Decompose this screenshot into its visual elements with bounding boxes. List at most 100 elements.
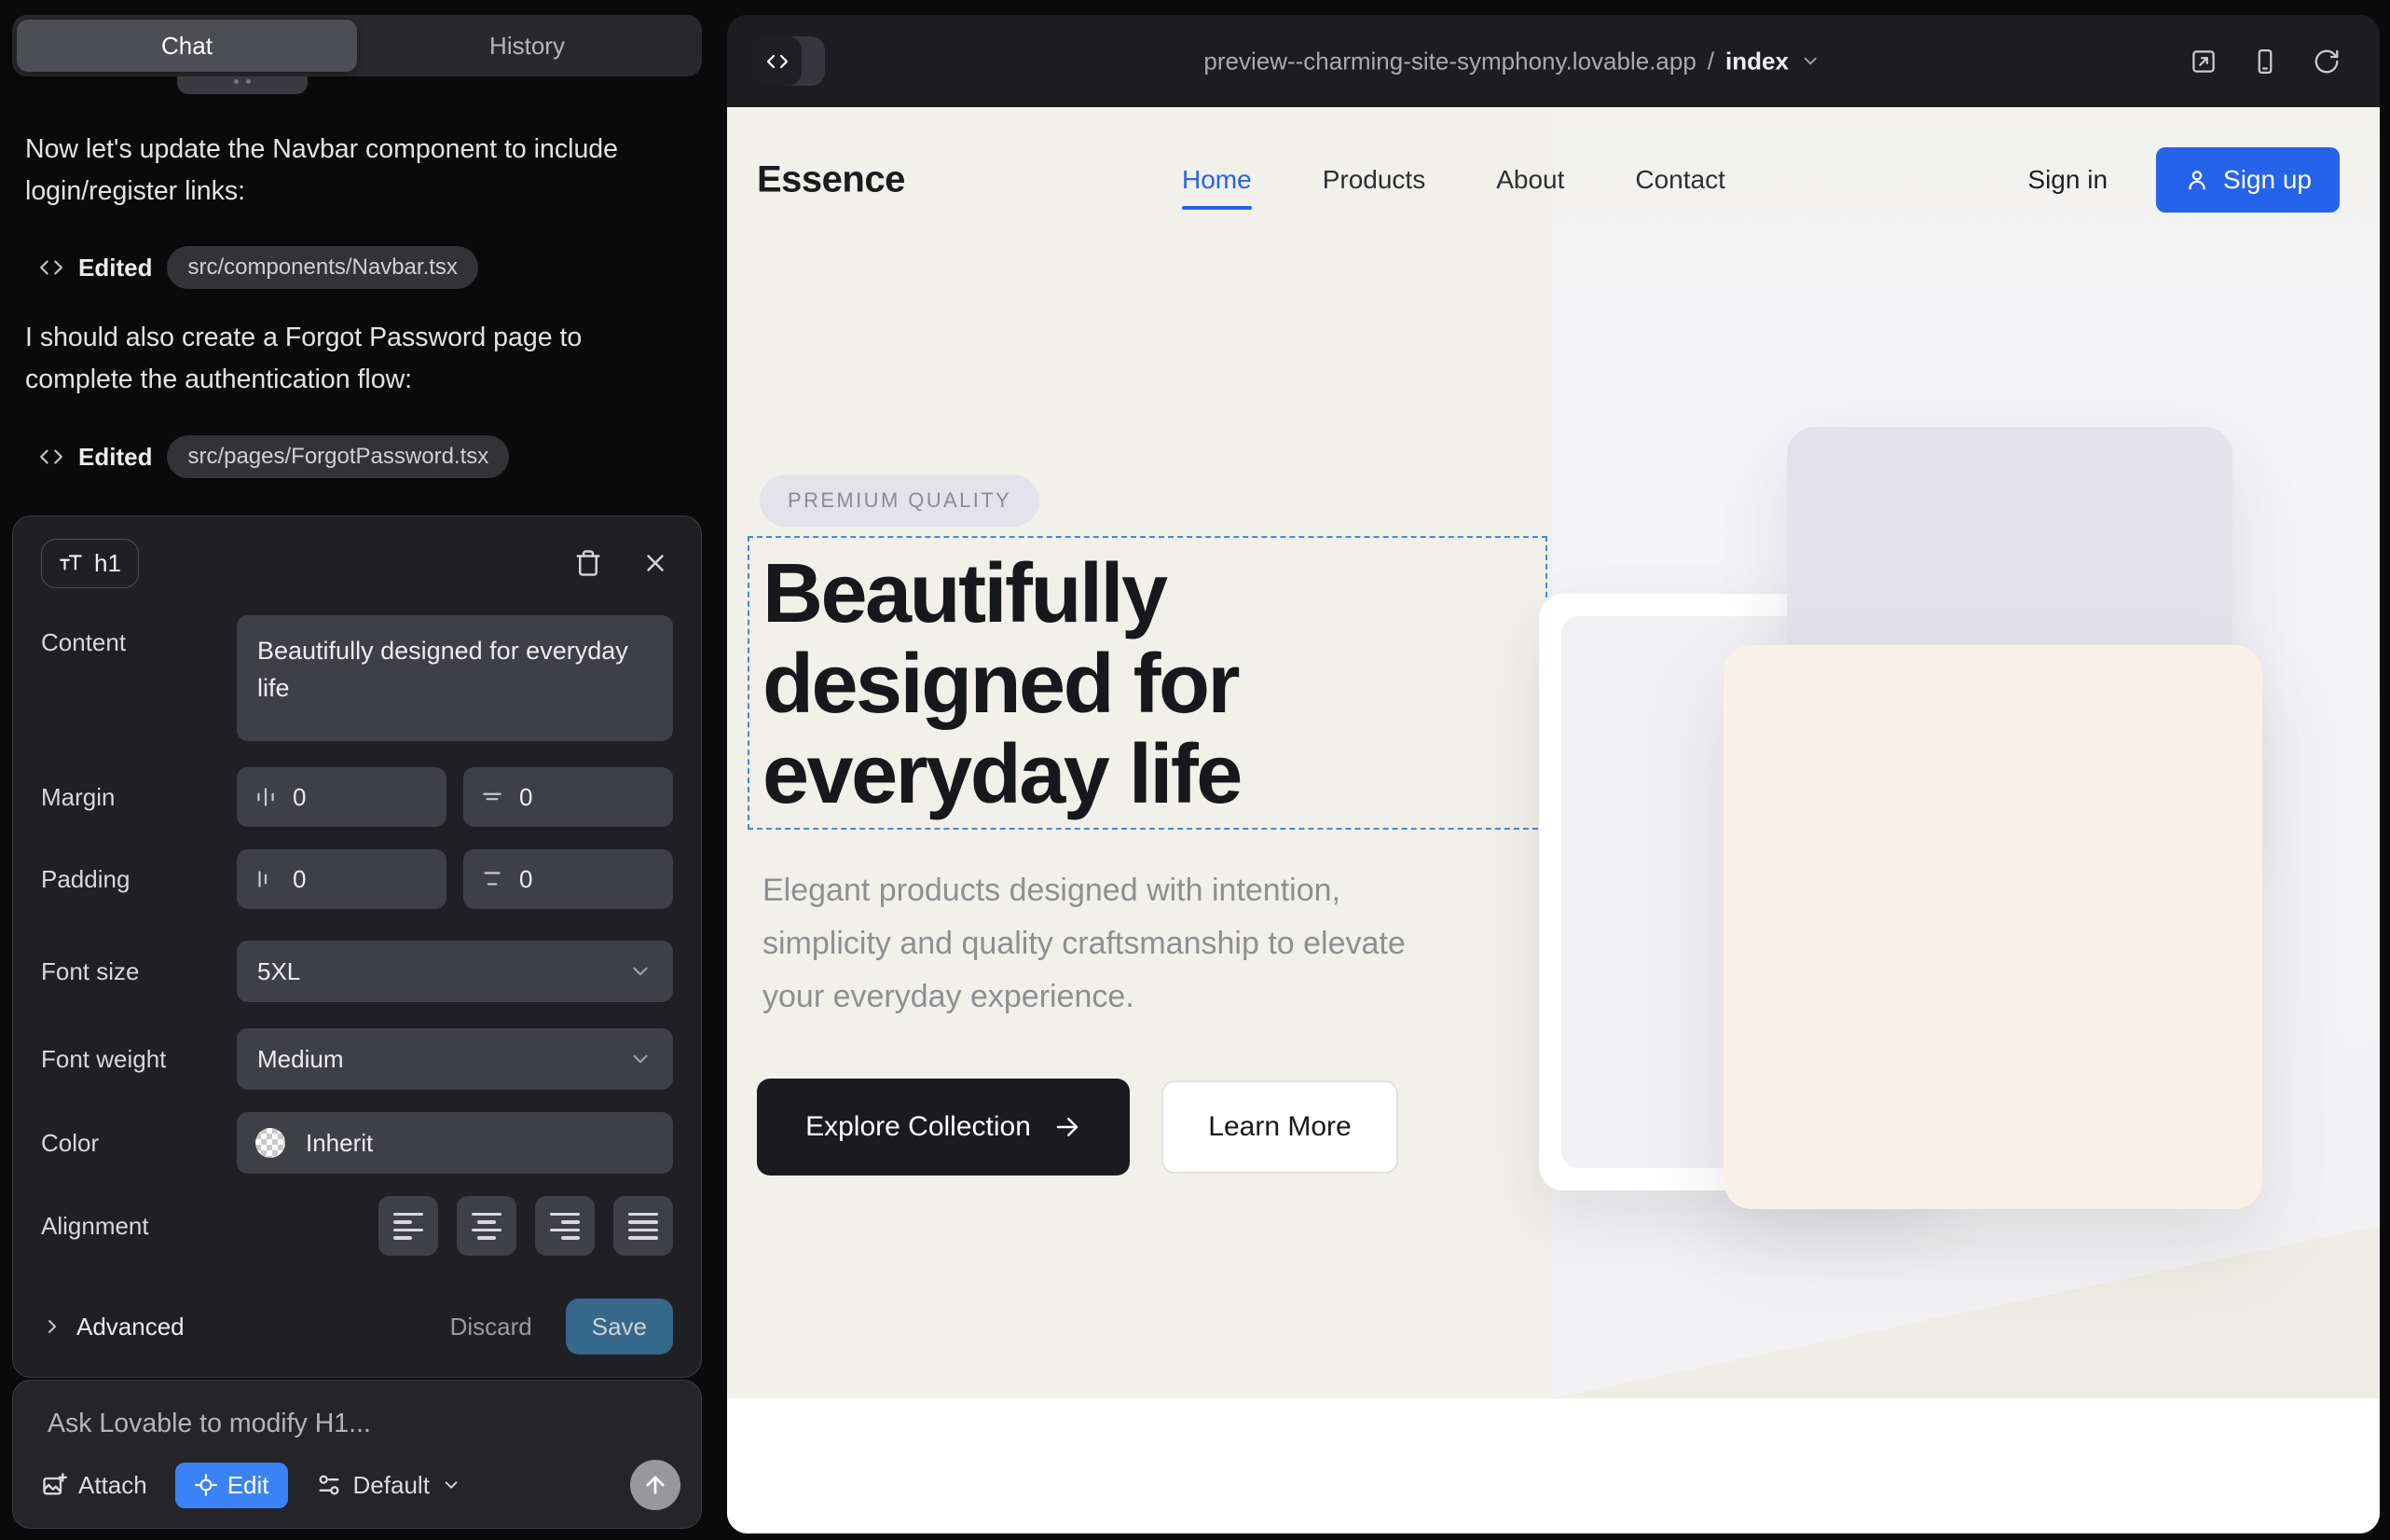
sidebar-tabbar: Chat History (12, 15, 702, 76)
file-path-chip[interactable]: src/components/Navbar.tsx (167, 246, 477, 289)
edit-mode-button[interactable]: Edit (175, 1463, 288, 1508)
explore-collection-button[interactable]: Explore Collection (757, 1079, 1130, 1176)
align-justify-icon (628, 1213, 658, 1240)
nav-link-about[interactable]: About (1496, 165, 1564, 195)
chevron-right-icon (41, 1315, 63, 1338)
refresh-icon (2313, 48, 2341, 76)
delete-element-button[interactable] (570, 545, 606, 581)
alignment-label: Alignment (41, 1212, 237, 1241)
margin-label: Margin (41, 783, 237, 812)
external-link-icon (2190, 48, 2218, 76)
chevron-down-icon (628, 959, 652, 983)
tab-history[interactable]: History (357, 20, 697, 72)
active-nav-underline (1182, 206, 1252, 210)
align-justify-button[interactable] (613, 1196, 673, 1256)
premium-quality-badge: PREMIUM QUALITY (760, 474, 1039, 527)
selected-element-badge[interactable]: h1 (41, 539, 139, 588)
padding-x-input[interactable]: 0 (237, 849, 446, 909)
margin-x-input[interactable]: 0 (237, 767, 446, 827)
align-right-icon (550, 1213, 580, 1240)
mode-select[interactable]: Default (316, 1471, 461, 1500)
assistant-message: Now let's update the Navbar component to… (25, 129, 622, 213)
color-label: Color (41, 1129, 237, 1158)
advanced-toggle[interactable]: Advanced (41, 1313, 185, 1341)
preview-chrome-bar: preview--charming-site-symphony.lovable.… (727, 15, 2380, 107)
align-left-button[interactable] (378, 1196, 438, 1256)
padding-label: Padding (41, 865, 237, 894)
content-input[interactable]: Beautifully designed for everyday life (237, 615, 673, 741)
file-path-chip[interactable]: src/pages/ForgotPassword.tsx (167, 435, 509, 478)
open-external-button[interactable] (2190, 48, 2218, 76)
padding-vertical-icon (480, 867, 504, 891)
align-center-button[interactable] (457, 1196, 516, 1256)
nav-link-contact[interactable]: Contact (1635, 165, 1725, 195)
file-edit-row: Edited src/pages/ForgotPassword.tsx (39, 433, 509, 480)
assistant-message: I should also create a Forgot Password p… (25, 317, 622, 401)
arrow-up-icon (642, 1472, 668, 1498)
save-button[interactable]: Save (566, 1299, 673, 1354)
hero-heading[interactable]: Beautifully designed for everyday life (762, 549, 1241, 820)
margin-horizontal-icon (254, 785, 278, 809)
send-button[interactable] (630, 1460, 680, 1510)
element-tag-label: h1 (94, 549, 121, 578)
view-mode-toggle[interactable] (752, 36, 825, 86)
site-navbar: Essence Home Products About Contact Sign… (727, 107, 2380, 252)
align-right-button[interactable] (535, 1196, 595, 1256)
file-edit-row: Edited src/components/Navbar.tsx (39, 244, 478, 291)
chevron-down-icon (1800, 51, 1820, 72)
url-host: preview--charming-site-symphony.lovable.… (1203, 47, 1696, 76)
attach-image-icon (41, 1472, 67, 1498)
sign-in-link[interactable]: Sign in (2027, 165, 2108, 195)
chat-sidebar: Chat History Now let's update the Navbar… (0, 0, 724, 1540)
code-icon (39, 445, 63, 469)
preview-window: preview--charming-site-symphony.lovable.… (727, 15, 2380, 1533)
attach-button[interactable]: Attach (41, 1471, 147, 1500)
transparency-swatch-icon (255, 1128, 285, 1158)
code-icon (39, 255, 63, 280)
sign-up-button[interactable]: Sign up (2156, 147, 2340, 213)
section-below-hero (727, 1398, 2380, 1533)
smartphone-icon (2251, 48, 2279, 76)
padding-horizontal-icon (254, 867, 278, 891)
hero-paragraph: Elegant products designed with intention… (762, 864, 1415, 1024)
font-weight-select[interactable]: Medium (237, 1028, 673, 1090)
trash-icon (574, 549, 602, 577)
align-left-icon (393, 1213, 423, 1240)
margin-vertical-icon (480, 785, 504, 809)
type-icon (59, 551, 83, 575)
user-icon (2184, 167, 2210, 193)
align-center-icon (472, 1213, 501, 1240)
font-size-select[interactable]: 5XL (237, 941, 673, 1002)
scrolled-message-remnant (177, 76, 308, 94)
font-size-label: Font size (41, 957, 237, 986)
code-view-button[interactable] (752, 36, 802, 86)
learn-more-button[interactable]: Learn More (1161, 1080, 1398, 1174)
margin-y-input[interactable]: 0 (463, 767, 673, 827)
sliders-icon (316, 1472, 342, 1498)
code-icon (766, 50, 789, 73)
nav-link-products[interactable]: Products (1323, 165, 1426, 195)
close-icon (641, 549, 669, 577)
site-logo[interactable]: Essence (757, 158, 905, 200)
composer-placeholder: Ask Lovable to modify H1... (48, 1409, 371, 1439)
site-canvas: Essence Home Products About Contact Sign… (727, 107, 2380, 1533)
arrow-right-icon (1053, 1113, 1081, 1141)
composer-input[interactable]: Ask Lovable to modify H1... Attach Edit … (12, 1380, 702, 1529)
close-panel-button[interactable] (638, 545, 673, 581)
edit-action-label: Edited (78, 443, 152, 472)
url-page: index (1725, 47, 1789, 76)
hero-card-cream (1724, 645, 2262, 1209)
tab-chat[interactable]: Chat (17, 20, 357, 72)
refresh-button[interactable] (2313, 48, 2341, 76)
edit-action-label: Edited (78, 254, 152, 282)
mobile-preview-button[interactable] (2251, 48, 2279, 76)
discard-button[interactable]: Discard (450, 1313, 532, 1341)
chevron-down-icon (628, 1047, 652, 1071)
url-breadcrumb[interactable]: preview--charming-site-symphony.lovable.… (1203, 47, 1820, 76)
padding-y-input[interactable]: 0 (463, 849, 673, 909)
font-weight-label: Font weight (41, 1045, 237, 1074)
content-label: Content (41, 615, 237, 657)
element-editor-panel: h1 Content Beautifully designed for ever… (12, 516, 702, 1378)
color-picker[interactable]: Inherit (237, 1112, 673, 1174)
nav-link-home[interactable]: Home (1182, 165, 1252, 195)
